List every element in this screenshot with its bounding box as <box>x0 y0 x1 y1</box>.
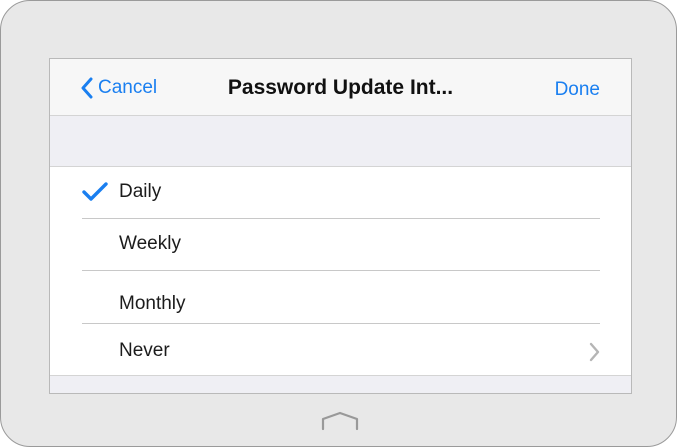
chevron-left-icon <box>80 77 94 99</box>
section-header-spacer <box>50 116 631 167</box>
option-label: Daily <box>119 181 162 202</box>
section-footer-spacer <box>50 375 631 393</box>
done-button[interactable]: Done <box>555 79 600 101</box>
option-weekly[interactable]: Weekly <box>50 219 631 271</box>
option-monthly[interactable]: Monthly <box>50 271 631 324</box>
navigation-bar: Cancel Password Update Int... Done <box>50 59 631 116</box>
option-label: Weekly <box>119 233 181 254</box>
screen: Cancel Password Update Int... Done Daily… <box>49 58 632 394</box>
cancel-button[interactable]: Cancel <box>80 76 157 100</box>
option-never[interactable]: Never <box>50 324 631 374</box>
page-title: Password Update Int... <box>227 76 454 99</box>
option-label: Monthly <box>119 293 186 314</box>
option-daily[interactable]: Daily <box>50 167 631 219</box>
tablet-frame: Cancel Password Update Int... Done Daily… <box>0 0 677 447</box>
home-button-icon[interactable] <box>321 411 359 436</box>
checkmark-icon <box>82 182 108 207</box>
option-label: Never <box>119 340 170 361</box>
cancel-label: Cancel <box>98 77 158 98</box>
interval-options-list: Daily Weekly Monthly Never <box>50 167 631 374</box>
chevron-right-icon <box>588 342 600 367</box>
